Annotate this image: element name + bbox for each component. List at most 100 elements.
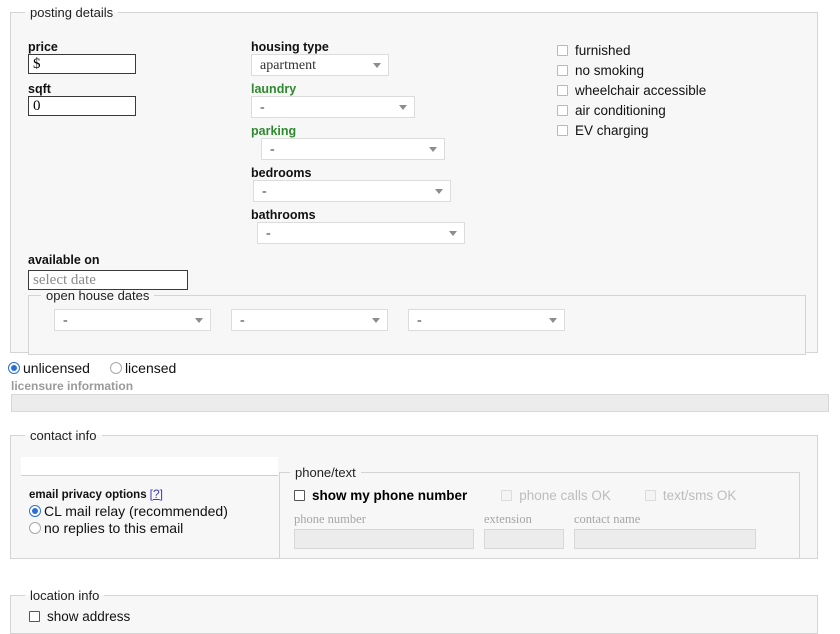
show-address-row[interactable]: show address (11, 603, 817, 624)
bathrooms-select-wrap: - (257, 222, 465, 244)
posting-details-legend: posting details (30, 5, 114, 20)
phone-text-legend: phone/text (295, 465, 356, 480)
extension-group: extension (484, 512, 564, 549)
phone-number-label: phone number (294, 512, 366, 526)
amenity-row-no-smoking[interactable]: no smoking (557, 60, 706, 80)
parking-label: parking (251, 124, 297, 138)
open-house-dates-section: open house dates - - - (28, 288, 806, 355)
email-privacy-options-label: email privacy options (29, 489, 147, 501)
laundry-select-wrap: - (251, 96, 415, 118)
licensed-label: licensed (124, 360, 177, 376)
licensure-information-input[interactable] (11, 394, 829, 412)
contact-info-legend: contact info (30, 428, 97, 443)
show-my-phone-number-checkbox[interactable] (294, 490, 305, 501)
text-sms-ok-label: text/sms OK (662, 488, 737, 503)
contact-name-input[interactable] (574, 529, 756, 549)
extension-label: extension (484, 512, 532, 526)
open-house-slot-1-select[interactable]: - (54, 309, 211, 331)
phone-calls-ok-label: phone calls OK (519, 488, 611, 503)
extension-input[interactable] (484, 529, 564, 549)
open-house-legend: open house dates (46, 288, 150, 303)
posting-details-section: posting details price sqft housing type … (10, 5, 818, 355)
bedrooms-select-wrap: - (253, 180, 451, 202)
privacy-option-cl-mail-relay[interactable]: CL mail relay (recommended) (29, 503, 228, 519)
open-house-slot-3-select[interactable]: - (408, 309, 565, 331)
licensure-option-unlicensed[interactable]: unlicensed (8, 360, 90, 376)
show-my-phone-number-label: show my phone number (312, 488, 468, 503)
licensure-radio-group: unlicensed licensed (8, 360, 176, 376)
no-smoking-label: no smoking (575, 62, 645, 78)
open-house-slots-row: - - - (29, 303, 805, 331)
no-replies-label: no replies to this email (44, 520, 184, 536)
phone-calls-ok-option[interactable]: phone calls OK (501, 488, 611, 503)
available-on-input[interactable] (28, 270, 188, 290)
parking-select-wrap: - (261, 138, 445, 160)
amenities-column: furnished no smoking wheelchair accessib… (557, 40, 706, 140)
bathrooms-select[interactable]: - (257, 222, 465, 244)
text-sms-ok-option[interactable]: text/sms OK (644, 488, 737, 503)
location-info-legend: location info (30, 588, 100, 603)
unlicensed-label: unlicensed (23, 360, 90, 376)
sqft-input[interactable] (28, 96, 136, 116)
contact-name-group: contact name (574, 512, 756, 549)
housing-type-select-wrap: apartment (251, 54, 389, 76)
email-input[interactable] (21, 457, 278, 476)
housing-attributes-column: housing type apartment laundry - parking… (251, 40, 465, 250)
licensure-option-licensed[interactable]: licensed (109, 360, 177, 376)
show-phone-number-option[interactable]: show my phone number (294, 488, 467, 503)
contact-name-label: contact name (574, 512, 641, 526)
phone-calls-ok-checkbox[interactable] (501, 490, 513, 501)
cl-mail-relay-radio[interactable] (29, 505, 41, 517)
phone-number-input[interactable] (294, 529, 474, 549)
housing-type-select[interactable]: apartment (251, 54, 389, 76)
price-input[interactable] (28, 54, 136, 74)
cl-mail-relay-label: CL mail relay (recommended) (44, 503, 228, 519)
ev-charging-checkbox[interactable] (557, 124, 568, 136)
open-house-slot-3-wrap: - (408, 309, 565, 331)
email-privacy-options-title: email privacy options [?] (29, 487, 228, 501)
email-privacy-options-group: email privacy options [?] CL mail relay (… (29, 487, 228, 536)
open-house-slot-1-wrap: - (54, 309, 211, 331)
available-on-label: available on (28, 253, 100, 267)
furnished-checkbox[interactable] (557, 44, 568, 56)
housing-type-label: housing type (251, 40, 329, 54)
parking-group: parking - (251, 124, 465, 160)
open-house-slot-2-wrap: - (231, 309, 388, 331)
phone-text-section: phone/text show my phone number phone ca… (279, 465, 800, 559)
wheelchair-accessible-checkbox[interactable] (557, 84, 568, 96)
furnished-label: furnished (575, 42, 631, 58)
open-house-slot-2-select[interactable]: - (231, 309, 388, 331)
no-smoking-checkbox[interactable] (557, 64, 568, 76)
no-replies-radio[interactable] (29, 522, 41, 534)
laundry-label: laundry (251, 82, 297, 96)
amenity-row-furnished[interactable]: furnished (557, 40, 706, 60)
phone-number-group: phone number (294, 512, 474, 549)
privacy-option-no-replies[interactable]: no replies to this email (29, 520, 228, 536)
amenity-row-air-conditioning[interactable]: air conditioning (557, 100, 706, 120)
bedrooms-group: bedrooms - (251, 166, 465, 202)
parking-select[interactable]: - (261, 138, 445, 160)
wheelchair-accessible-label: wheelchair accessible (575, 82, 707, 98)
price-sqft-column: price sqft (28, 40, 136, 116)
bathrooms-group: bathrooms - (251, 208, 465, 244)
phone-text-fields-row: phone number extension contact name (280, 503, 799, 549)
available-on-group: available on (28, 253, 188, 290)
bathrooms-label: bathrooms (251, 208, 316, 222)
sqft-label: sqft (28, 82, 51, 96)
text-sms-ok-checkbox[interactable] (644, 490, 656, 501)
amenity-row-wheelchair-accessible[interactable]: wheelchair accessible (557, 80, 706, 100)
contact-info-section: contact info email privacy options [?] CL… (10, 428, 818, 559)
price-label: price (28, 40, 58, 54)
licensed-radio[interactable] (109, 362, 122, 374)
amenity-row-ev-charging[interactable]: EV charging (557, 120, 706, 140)
bedrooms-label: bedrooms (251, 166, 312, 180)
location-info-section: location info show address (10, 588, 818, 634)
bedrooms-select[interactable]: - (253, 180, 451, 202)
laundry-select[interactable]: - (251, 96, 415, 118)
email-privacy-help-link[interactable]: [?] (150, 487, 163, 501)
licensure-information-label: licensure information (11, 379, 134, 393)
unlicensed-radio[interactable] (8, 362, 20, 374)
show-address-checkbox[interactable] (29, 611, 40, 622)
air-conditioning-checkbox[interactable] (557, 104, 568, 116)
air-conditioning-label: air conditioning (575, 102, 666, 118)
